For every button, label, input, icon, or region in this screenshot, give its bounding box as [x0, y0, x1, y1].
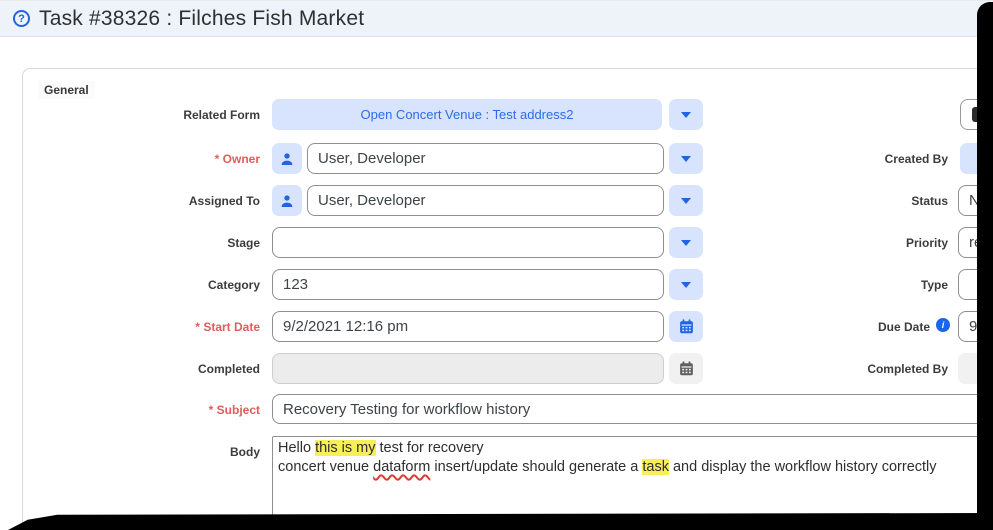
general-section-legend: General: [38, 81, 95, 99]
start-date-label-text: Start Date: [203, 320, 260, 334]
subject-label-text: Subject: [217, 403, 260, 417]
related-form-dropdown-button[interactable]: [669, 99, 703, 130]
calendar-icon: [678, 318, 695, 335]
category-dropdown-button[interactable]: [669, 269, 703, 300]
completed-label: Completed: [60, 362, 260, 376]
category-label: Category: [60, 278, 260, 292]
stage-dropdown-button[interactable]: [669, 227, 703, 258]
help-icon[interactable]: ?: [13, 10, 30, 27]
screenshot-border-bottom: [8, 513, 993, 530]
info-icon[interactable]: i: [936, 318, 950, 332]
calendar-icon: [678, 360, 695, 377]
page-title: Task #38326 : Filches Fish Market: [39, 7, 364, 31]
assigned-to-input[interactable]: [307, 185, 664, 216]
chevron-down-icon: [681, 240, 691, 246]
required-marker: *: [215, 152, 220, 166]
type-label: Type: [818, 278, 948, 292]
highlighted-text: this is my: [315, 440, 375, 456]
completed-by-label: Completed By: [818, 362, 948, 376]
subject-label: * Subject: [60, 403, 260, 417]
assigned-to-person-button[interactable]: [272, 185, 302, 216]
due-date-label: Due Date: [800, 320, 930, 334]
owner-label: * Owner: [60, 152, 260, 166]
body-label: Body: [60, 445, 260, 459]
screenshot-border-right: [977, 2, 993, 530]
completed-input: [272, 353, 664, 384]
category-input[interactable]: [272, 269, 664, 300]
related-form-label: Related Form: [60, 108, 260, 122]
priority-label: Priority: [818, 236, 948, 250]
person-icon: [279, 151, 295, 167]
stage-label: Stage: [60, 236, 260, 250]
owner-label-text: Owner: [223, 152, 260, 166]
subject-input[interactable]: [272, 394, 985, 424]
start-date-input[interactable]: [272, 311, 664, 342]
body-line-2: concert venue dataform insert/update sho…: [278, 458, 979, 477]
highlighted-text: task: [642, 459, 669, 475]
required-marker: *: [209, 403, 214, 417]
required-marker: *: [195, 320, 200, 334]
chevron-down-icon: [681, 112, 691, 118]
title-bar: ? Task #38326 : Filches Fish Market: [0, 0, 993, 37]
owner-dropdown-button[interactable]: [669, 143, 703, 174]
chevron-down-icon: [681, 156, 691, 162]
completed-calendar-button[interactable]: [669, 353, 703, 384]
person-icon: [279, 193, 295, 209]
start-date-label: * Start Date: [60, 320, 260, 334]
owner-input[interactable]: [307, 143, 664, 174]
assigned-to-dropdown-button[interactable]: [669, 185, 703, 216]
created-by-label: Created By: [818, 152, 948, 166]
misspelled-word: dataform: [373, 459, 430, 475]
chevron-down-icon: [681, 198, 691, 204]
status-label: Status: [818, 194, 948, 208]
related-form-link-button[interactable]: Open Concert Venue : Test address2: [272, 99, 662, 130]
owner-person-button[interactable]: [272, 143, 302, 174]
assigned-to-label: Assigned To: [60, 194, 260, 208]
stage-input[interactable]: [272, 227, 664, 258]
chevron-down-icon: [681, 282, 691, 288]
body-line-1: Hello this is my test for recovery: [278, 439, 979, 458]
start-date-calendar-button[interactable]: [669, 311, 703, 342]
